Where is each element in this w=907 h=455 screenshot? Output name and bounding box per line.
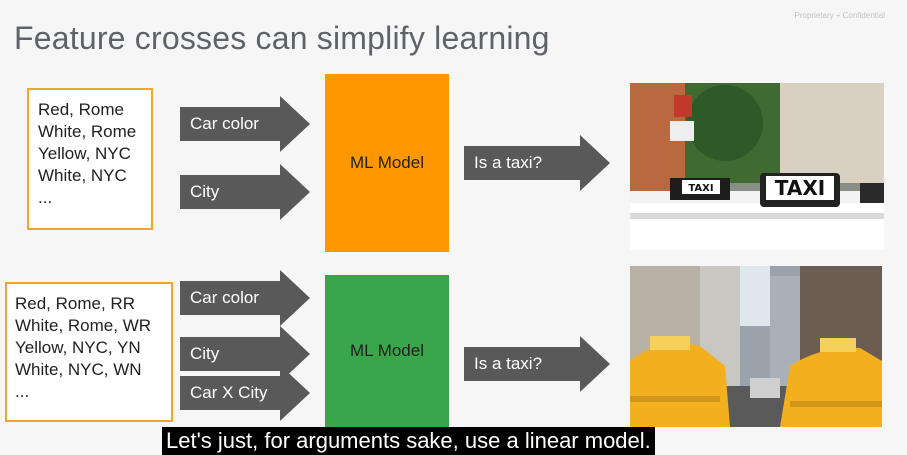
arrow-head-icon <box>580 135 610 191</box>
top-feature-arrow-city: City <box>180 164 310 220</box>
bottom-input-line: ... <box>15 382 30 401</box>
confidential-label: Proprietary + Confidential <box>794 11 886 20</box>
bottom-input-line: Red, Rome, RR <box>15 294 135 313</box>
svg-text:TAXI: TAXI <box>688 183 713 194</box>
arrow-head-icon <box>280 270 310 326</box>
top-ml-model-box: ML Model <box>325 74 449 252</box>
bottom-feature-label: Car X City <box>180 376 280 410</box>
bottom-output-label: Is a taxi? <box>464 347 580 381</box>
subtitle-caption: Let's just, for arguments sake, use a li… <box>162 427 655 455</box>
bottom-input-examples: Red, Rome, RR White, Rome, WR Yellow, NY… <box>5 282 173 422</box>
bottom-ml-model-box: ML Model <box>325 275 449 427</box>
arrow-head-icon <box>280 164 310 220</box>
taxi-photo-yellow <box>630 266 882 427</box>
top-input-line: White, Rome <box>38 122 137 141</box>
bottom-input-line: White, NYC, WN <box>15 360 142 379</box>
taxi-photo-white: TAXI TAXI <box>630 83 884 250</box>
top-input-line: White, NYC <box>38 166 127 185</box>
bottom-feature-arrow-car-x-city: Car X City <box>180 365 310 421</box>
top-input-examples: Red, Rome White, Rome Yellow, NYC White,… <box>27 88 153 230</box>
top-input-line: ... <box>38 188 53 207</box>
bottom-input-line: White, Rome, WR <box>15 316 152 335</box>
bottom-feature-label: Car color <box>180 281 280 315</box>
top-input-line: Red, Rome <box>38 100 124 119</box>
top-output-label: Is a taxi? <box>464 146 580 180</box>
svg-text:TAXI: TAXI <box>775 176 825 200</box>
bottom-feature-arrow-car-color: Car color <box>180 270 310 326</box>
top-feature-label: Car color <box>180 107 280 141</box>
top-input-line: Yellow, NYC <box>38 144 131 163</box>
top-feature-arrow-car-color: Car color <box>180 96 310 152</box>
bottom-output-arrow: Is a taxi? <box>464 336 610 392</box>
bottom-input-line: Yellow, NYC, YN <box>15 338 141 357</box>
arrow-head-icon <box>580 336 610 392</box>
slide-title: Feature crosses can simplify learning <box>14 20 550 56</box>
top-output-arrow: Is a taxi? <box>464 135 610 191</box>
arrow-head-icon <box>280 365 310 421</box>
top-feature-label: City <box>180 175 280 209</box>
arrow-head-icon <box>280 96 310 152</box>
